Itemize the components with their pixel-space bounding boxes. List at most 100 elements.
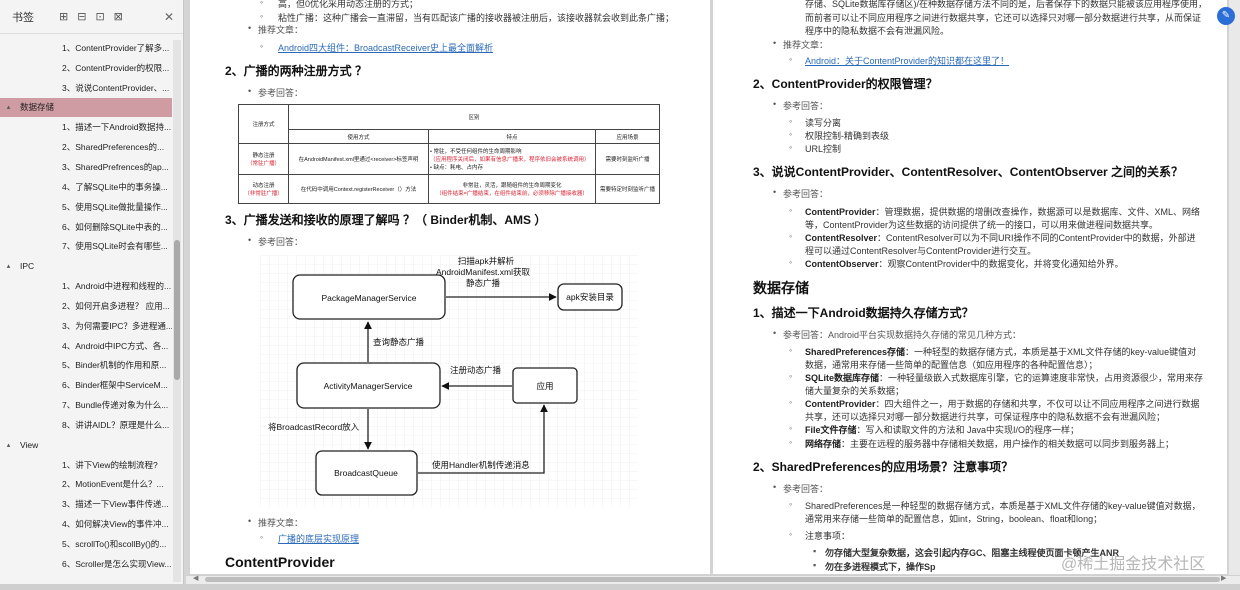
recommend-label: 推荐文章： [783, 40, 829, 50]
edge-label: 静态广播 [466, 278, 501, 288]
section-heading: 3、广播发送和接收的原理了解吗 ？（ Binder机制、AMS ） [225, 213, 547, 227]
bullet-icon: ▪ [813, 546, 817, 556]
collapse-caret-icon[interactable]: ▴ [0, 262, 14, 270]
horizontal-scroll-thumb[interactable] [205, 577, 1220, 582]
sidebar-item[interactable]: 2、SharedPreferences的... [0, 137, 172, 157]
note-label: 注意事项： [805, 531, 851, 541]
bullet-icon: ◦ [789, 257, 793, 267]
sidebar-item[interactable]: 1、描述一下Android数据持... [0, 117, 172, 137]
term-desc: ：一种轻量级嵌入式数据库引擎，它的运算速度非常快，占用资源很少，常用来存 [879, 373, 1204, 383]
term-desc: ：ContentResolver可以为不同URI操作不同的ContentProv… [877, 233, 1196, 243]
edge-label: 将BroadcastRecord放入 [268, 422, 360, 432]
sidebar-item[interactable]: 3、为何需要IPC？多进程通... [0, 316, 172, 336]
sidebar-item[interactable]: 5、使用SQLite做批量操作... [0, 197, 172, 217]
body-text: 数据，通常用来存储一些简单的配置信息（如应用程序的各种配置信息）； [805, 360, 1098, 370]
sidebar-item[interactable]: 2、MotionEvent是什么？... [0, 475, 172, 495]
sidebar-item-label: 6、Scroller是怎么实现View... [62, 558, 172, 569]
close-icon[interactable]: ✕ [164, 10, 174, 24]
list-item: ContentProvider：管理数据，提供数据的增删改查操作，数据源可以是数… [805, 205, 1200, 218]
sidebar-item[interactable]: 5、scrollTo()和scollBy()的... [0, 534, 172, 554]
sidebar-item[interactable]: ▴ View [0, 435, 172, 455]
sidebar-item-label: 3、SharedPrefrences的ap... [62, 161, 169, 172]
vertical-scrollbar[interactable] [1229, 0, 1240, 575]
sidebar-item-label: 6、如何删除SQLite中表的... [62, 221, 168, 232]
sidebar-item-label: 2、ContentProvider的权限... [62, 62, 170, 73]
article-link[interactable]: 广播的底层实现原理 [278, 532, 359, 545]
answer-label: 参考回答： [783, 484, 829, 494]
cell-text: • 常驻，不受任何组件的生命周期影响 [430, 149, 522, 155]
bullet-icon: ◦ [789, 116, 793, 126]
expand-all-icon[interactable]: ⊞ [59, 10, 68, 23]
sidebar-item-label: 1、ContentProvider了解多... [62, 42, 170, 53]
sidebar-item[interactable]: 3、说说ContentProvider、... [0, 78, 172, 98]
body-text: 程可以通过ContentResolver与ContentProvider进行交互… [805, 246, 1037, 256]
sidebar-item[interactable]: 8、讲讲AIDL？原理是什么... [0, 415, 172, 435]
sidebar-item[interactable]: 2、如何开启多进程？ 应用... [0, 296, 172, 316]
collapse-caret-icon[interactable]: ▴ [0, 103, 14, 111]
cell-text: 静态注册 [252, 153, 275, 159]
add-bookmark-icon[interactable]: ⊡ [95, 10, 104, 23]
sidebar-item[interactable]: 3、描述一下View事件传递... [0, 494, 172, 514]
sidebar-item[interactable]: 6、Scroller是怎么实现View... [0, 554, 172, 574]
queue-label: BroadcastQueue [334, 468, 398, 478]
term: ContentProvider [805, 399, 876, 409]
cell-text: • 缺点：耗电、占内存 [430, 165, 483, 171]
sidebar-item[interactable]: 7、Bundle传递对象为什么... [0, 395, 172, 415]
sidebar-item[interactable]: 6、如何删除SQLite中表的... [0, 217, 172, 237]
delete-bookmark-icon[interactable]: ⊠ [114, 10, 123, 23]
sidebar-item[interactable]: 1、讲下View的绘制流程? [0, 455, 172, 475]
term-desc: ：观察ContentProvider中的数据变化，并将变化通知给外界。 [878, 259, 1124, 269]
sidebar-item[interactable]: 4、Android中IPC方式、各... [0, 336, 172, 356]
section-heading: 3、说说ContentProvider、ContentResolver、Cont… [753, 165, 1184, 179]
sidebar-item[interactable]: ▴ 数据存储 [0, 97, 172, 118]
body-text: 储大量复杂的关系数据； [805, 386, 905, 396]
table-header-cell: 使用方式 [288, 129, 429, 144]
collapse-caret-icon[interactable]: ▴ [0, 441, 14, 449]
pms-label: PackageManagerService [322, 293, 417, 303]
sidebar-item[interactable]: 1、Android中进程和线程的... [0, 276, 172, 296]
body-text: 高，但0优化采用动态注册的方式； [278, 0, 419, 9]
sidebar-item[interactable]: ▴ IPC [0, 256, 172, 276]
scroll-left-icon[interactable]: ◀ [193, 574, 198, 582]
cell-text: 动态注册 [252, 183, 275, 189]
term-desc: ：一种轻型的数据存储方式，本质是基于XML文件存储的key-value键值对 [905, 347, 1197, 357]
article-link[interactable]: Android：关于ContentProvider的知识都在这里了！ [805, 54, 1009, 67]
sidebar-item[interactable]: 3、SharedPrefrences的ap... [0, 157, 172, 177]
bullet-icon: • [248, 235, 252, 245]
bullet-icon: ◦ [789, 397, 793, 407]
cell-note: （非常驻广播） [244, 191, 283, 197]
sidebar-item-label: 4、Android中IPC方式、各... [62, 340, 169, 351]
sidebar-item-label: View [20, 439, 39, 450]
table-row: 动态注册 （非常驻广播） 在代码中调用Context.registerReceiv… [238, 174, 660, 204]
body-text: 存储、SQLite数据库存储区)/在种数据存储方法不同的是，后者保存下的数据只能… [805, 0, 1208, 9]
list-item: ContentObserver：观察ContentProvider中的数据变化，… [805, 257, 1124, 270]
register-comparison-table: 注册方式 区别 使用方式 特点 应用场景 静态注册 （常驻广播） 在Android… [238, 104, 660, 204]
body-text: 而前者可以让不同应用程序之间进行数据共享，它还可以选择只对哪一部分数据进行共享，… [805, 13, 1202, 23]
sidebar-item[interactable]: 6、Binder框架中ServiceM... [0, 375, 172, 395]
bullet-icon: • [773, 38, 777, 48]
answer-label: 参考回答： [258, 237, 304, 247]
scroll-right-icon[interactable]: ▶ [1221, 574, 1226, 582]
term: File文件存储 [805, 425, 857, 435]
sidebar-item[interactable]: 4、了解SQLite中的事务操... [0, 177, 172, 197]
edit-badge-icon[interactable]: ✎ [1217, 7, 1235, 25]
sidebar-item[interactable]: 5、Binder机制的作用和原... [0, 356, 172, 376]
article-link[interactable]: Android四大组件：BroadcastReceiver史上最全面解析 [278, 41, 493, 54]
sidebar-item-label: 7、使用SQLite时会有哪些... [62, 241, 168, 252]
sidebar-item[interactable]: 1、ContentProvider了解多... [0, 38, 172, 58]
bullet-icon: • [773, 482, 777, 492]
bullet-icon: ◦ [789, 54, 793, 64]
bookmark-outline: 1、ContentProvider了解多... 2、ContentProvider… [0, 38, 172, 582]
sidebar-item[interactable]: 2、ContentProvider的权限... [0, 58, 172, 78]
apk-label: apk安装目录 [566, 292, 614, 302]
list-item: ContentResolver：ContentResolver可以为不同URI操… [805, 231, 1196, 244]
sidebar-item[interactable]: 4、如何解决View的事件冲... [0, 514, 172, 534]
edge-label: AndroidManifest.xml获取 [436, 267, 531, 277]
sidebar-item-label: 1、描述一下Android数据持... [62, 122, 172, 133]
table-cell: 静态注册 （常驻广播） [238, 143, 289, 175]
sidebar-item[interactable]: 7、使用SQLite时会有哪些... [0, 236, 172, 256]
sidebar-scroll-thumb[interactable] [174, 240, 180, 380]
sidebar-item-label: 1、Android中进程和线程的... [62, 281, 172, 292]
list-item: URL控制 [805, 144, 842, 154]
collapse-all-icon[interactable]: ⊟ [77, 10, 86, 23]
